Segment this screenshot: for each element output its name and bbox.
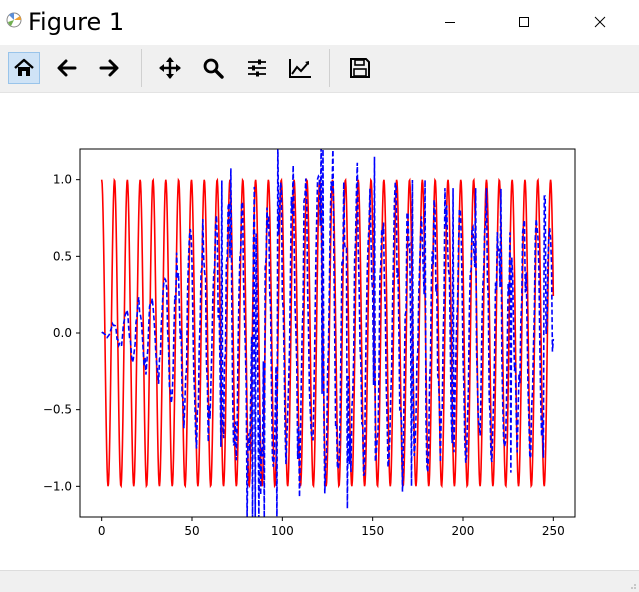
y-tick-label: −1.0: [43, 479, 72, 493]
y-tick-label: 0.5: [53, 249, 72, 263]
line-chart-icon: [289, 59, 311, 78]
maximize-button[interactable]: [501, 0, 547, 44]
toolbar-separator: [329, 49, 330, 87]
pan-button[interactable]: [154, 52, 186, 84]
zoom-button[interactable]: [197, 52, 229, 84]
resize-grip-icon[interactable]: [627, 580, 637, 590]
home-icon: [14, 58, 34, 76]
x-tick-label: 50: [184, 524, 199, 538]
x-tick-label: 200: [452, 524, 475, 538]
move-icon: [159, 57, 181, 79]
x-tick-label: 100: [271, 524, 294, 538]
configure-subplots-button[interactable]: [241, 52, 273, 84]
home-button[interactable]: [8, 52, 40, 84]
minimize-button[interactable]: [427, 0, 473, 44]
save-button[interactable]: [344, 52, 376, 84]
arrow-left-icon: [57, 59, 77, 77]
sliders-icon: [248, 59, 266, 77]
plot-svg[interactable]: 0 50 100 150 200 250 −1.0 −0.5 0.0 0.5 1.0: [0, 93, 639, 570]
forward-button[interactable]: [93, 52, 125, 84]
magnifier-icon: [203, 58, 224, 79]
figure-canvas[interactable]: 0 50 100 150 200 250 −1.0 −0.5 0.0 0.5 1.0: [0, 93, 639, 570]
minimize-icon: [445, 22, 455, 23]
x-tick-label: 0: [98, 524, 106, 538]
toolbar-separator: [141, 49, 142, 87]
y-tick-label: 1.0: [53, 173, 72, 187]
close-button[interactable]: [577, 0, 623, 44]
x-tick-label: 250: [542, 524, 565, 538]
y-tick-label: −0.5: [43, 403, 72, 417]
status-bar: [0, 570, 639, 592]
floppy-disk-icon: [350, 58, 370, 78]
title-bar: Figure 1: [0, 0, 639, 44]
matplotlib-logo-icon: [5, 11, 23, 29]
arrow-right-icon: [99, 59, 119, 77]
navigation-toolbar: [0, 45, 639, 93]
close-icon: [594, 16, 606, 28]
window-title: Figure 1: [28, 8, 125, 36]
back-button[interactable]: [51, 52, 83, 84]
edit-axes-button[interactable]: [284, 52, 316, 84]
y-tick-label: 0.0: [53, 326, 72, 340]
x-tick-label: 150: [361, 524, 384, 538]
maximize-icon: [519, 17, 529, 27]
